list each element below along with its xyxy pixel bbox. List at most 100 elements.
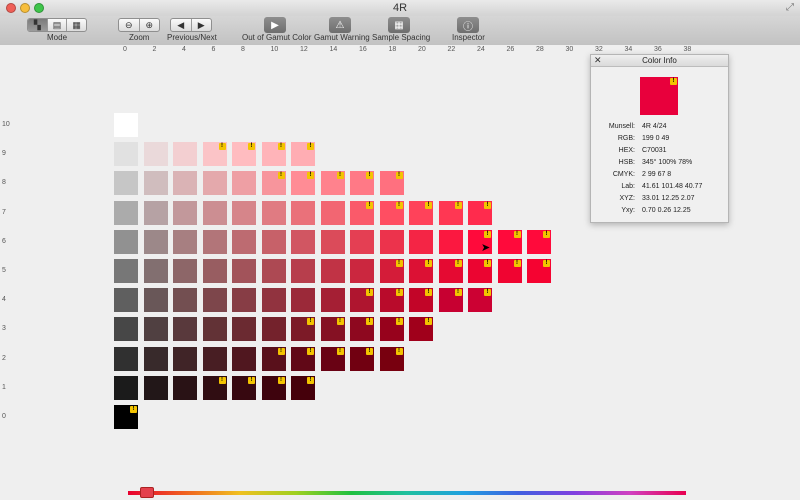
color-chip[interactable] <box>173 317 197 342</box>
color-chip[interactable] <box>202 346 227 371</box>
color-chip[interactable]: ! <box>468 259 492 283</box>
color-chip[interactable] <box>173 229 197 254</box>
color-chip[interactable] <box>320 200 345 225</box>
color-chip[interactable]: ! <box>409 200 433 225</box>
color-chip[interactable] <box>173 200 197 225</box>
color-chip[interactable] <box>114 142 138 167</box>
color-chip[interactable] <box>291 229 315 254</box>
color-chip[interactable] <box>350 229 374 254</box>
color-chip[interactable]: ! <box>379 317 404 342</box>
color-chip[interactable] <box>261 317 286 342</box>
color-chip[interactable]: ! <box>438 259 463 283</box>
color-chip[interactable] <box>114 259 138 283</box>
color-chip[interactable]: ! <box>261 142 286 167</box>
color-chip[interactable] <box>261 288 286 313</box>
color-chip[interactable] <box>143 171 168 196</box>
color-chip[interactable]: ! <box>350 346 374 371</box>
next-icon[interactable]: ▶ <box>192 19 212 31</box>
color-chip[interactable] <box>173 346 197 371</box>
color-chip[interactable] <box>202 317 227 342</box>
color-chip[interactable] <box>143 229 168 254</box>
color-chip[interactable] <box>291 259 315 283</box>
prev-next-segmented-control[interactable]: ◀ ▶ <box>170 18 212 32</box>
mode-hue-icon[interactable]: ▚ <box>28 19 48 31</box>
color-chip[interactable]: ! <box>261 171 286 196</box>
color-chip[interactable] <box>202 288 227 313</box>
color-chip[interactable] <box>114 171 138 196</box>
zoom-segmented-control[interactable]: ⊖ ⊕ <box>118 18 160 32</box>
mode-segmented-control[interactable]: ▚ ▤ ▦ <box>27 18 87 32</box>
color-chip[interactable] <box>173 171 197 196</box>
color-chip[interactable]: ! <box>350 171 374 196</box>
color-chip[interactable] <box>438 229 463 254</box>
color-chip[interactable] <box>173 288 197 313</box>
color-chip[interactable] <box>291 288 315 313</box>
color-chip[interactable]: ! <box>468 200 492 225</box>
color-chip[interactable] <box>202 259 227 283</box>
color-chip[interactable]: ! <box>438 288 463 313</box>
color-chip[interactable]: ! <box>232 375 256 400</box>
color-chip[interactable]: ! <box>114 405 138 429</box>
color-chip[interactable] <box>143 142 168 167</box>
color-chip[interactable] <box>202 200 227 225</box>
color-chip[interactable]: ! <box>468 288 492 313</box>
color-chip[interactable]: ! <box>379 346 404 371</box>
color-chip[interactable]: ! <box>320 346 345 371</box>
color-chip[interactable]: ! <box>379 200 404 225</box>
color-chip[interactable] <box>143 259 168 283</box>
color-chip[interactable] <box>232 346 256 371</box>
color-chip[interactable] <box>173 142 197 167</box>
color-chip[interactable]: ! <box>291 375 315 400</box>
color-chip[interactable] <box>143 317 168 342</box>
color-chip[interactable]: ! <box>232 142 256 167</box>
color-chip[interactable]: ! <box>320 317 345 342</box>
color-chip[interactable] <box>173 259 197 283</box>
color-chip[interactable]: ! <box>202 142 227 167</box>
color-chip[interactable]: ! <box>438 200 463 225</box>
previous-icon[interactable]: ◀ <box>171 19 192 31</box>
color-chip[interactable] <box>261 229 286 254</box>
color-chip[interactable]: ! <box>409 259 433 283</box>
color-chip[interactable] <box>379 229 404 254</box>
gamut-warning-icon[interactable]: ⚠ <box>329 17 351 33</box>
hue-slider-knob[interactable] <box>140 487 154 498</box>
color-chip[interactable] <box>114 200 138 225</box>
color-chip[interactable] <box>232 317 256 342</box>
color-chip[interactable]: ! <box>202 375 227 400</box>
color-chip[interactable]: ! <box>291 171 315 196</box>
color-chip[interactable]: ! <box>409 317 433 342</box>
zoom-out-icon[interactable]: ⊖ <box>119 19 140 31</box>
color-chip[interactable] <box>261 259 286 283</box>
color-chip[interactable] <box>232 229 256 254</box>
color-chip[interactable] <box>261 200 286 225</box>
color-chip[interactable]: ! <box>350 317 374 342</box>
color-chip[interactable]: ! <box>350 200 374 225</box>
color-chip[interactable] <box>114 375 138 400</box>
inspector-icon[interactable]: ⓘ <box>457 17 479 33</box>
hue-slider-track[interactable] <box>128 491 686 495</box>
color-chip[interactable]: ! <box>497 259 522 283</box>
color-chip[interactable] <box>202 229 227 254</box>
color-chip[interactable]: ! <box>409 288 433 313</box>
color-chip[interactable] <box>114 229 138 254</box>
color-chip[interactable] <box>114 317 138 342</box>
color-chip[interactable] <box>143 375 168 400</box>
color-chip[interactable]: ! <box>291 317 315 342</box>
color-chip[interactable]: ! <box>527 229 551 254</box>
color-chip[interactable]: ! <box>379 288 404 313</box>
color-chip[interactable] <box>143 200 168 225</box>
color-chip[interactable] <box>173 375 197 400</box>
close-icon[interactable]: ✕ <box>594 55 602 66</box>
color-chip[interactable]: ! <box>527 259 551 283</box>
color-chip[interactable] <box>232 259 256 283</box>
sample-spacing-icon[interactable]: ▦ <box>388 17 410 33</box>
color-chip[interactable]: ! <box>379 171 404 196</box>
color-chip[interactable]: ! <box>291 142 315 167</box>
zoom-in-icon[interactable]: ⊕ <box>140 19 160 31</box>
color-chip[interactable]: ! <box>320 171 345 196</box>
color-chip[interactable] <box>232 200 256 225</box>
color-chip[interactable] <box>143 346 168 371</box>
color-chip[interactable] <box>202 171 227 196</box>
color-chip[interactable]: ! <box>497 229 522 254</box>
color-chip[interactable] <box>350 259 374 283</box>
